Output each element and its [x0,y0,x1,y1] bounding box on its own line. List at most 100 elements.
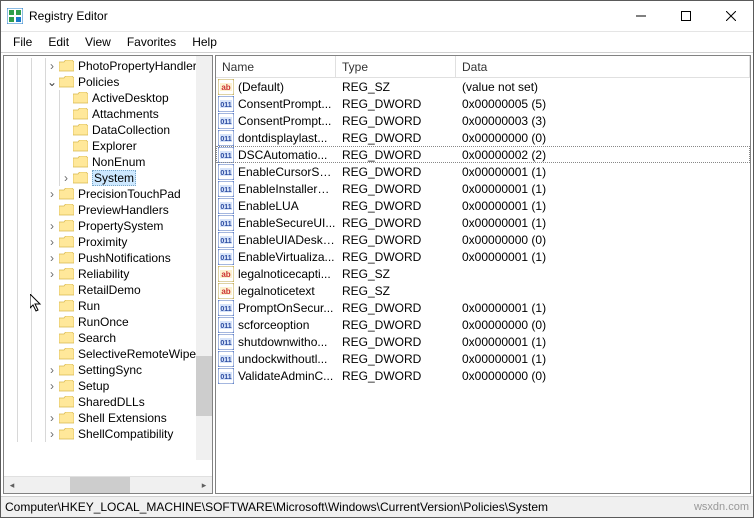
value-name: ValidateAdminC... [238,369,333,383]
tree-item-label: ShellCompatibility [78,427,173,441]
tree-item-label: DataCollection [92,123,170,137]
expand-icon[interactable]: › [46,379,58,393]
value-name: EnableInstallerD... [238,182,336,196]
value-type: REG_DWORD [336,318,456,332]
expand-icon[interactable]: › [46,267,58,281]
value-row[interactable]: shutdownwitho...REG_DWORD0x00000001 (1) [216,333,750,350]
tree-item[interactable]: ›PhotoPropertyHandler [4,58,212,74]
tree-item[interactable]: ⌄Policies [4,74,212,90]
value-row[interactable]: EnableSecureUI...REG_DWORD0x00000001 (1) [216,214,750,231]
value-type: REG_DWORD [336,216,456,230]
tree-item[interactable]: RunOnce [4,314,212,330]
tree-item-label: Run [78,299,100,313]
scrollbar-track[interactable] [20,477,196,493]
value-row[interactable]: ValidateAdminC...REG_DWORD0x00000000 (0) [216,367,750,384]
expand-icon[interactable]: › [46,235,58,249]
registry-tree[interactable]: ›PhotoPropertyHandler⌄PoliciesActiveDesk… [4,56,212,460]
value-row[interactable]: DSCAutomatio...REG_DWORD0x00000002 (2) [216,146,750,163]
tree-item[interactable]: Run [4,298,212,314]
tree-vertical-scrollbar[interactable] [196,56,212,460]
menu-favorites[interactable]: Favorites [119,33,184,51]
value-row[interactable]: EnableInstallerD...REG_DWORD0x00000001 (… [216,180,750,197]
tree-horizontal-scrollbar[interactable]: ◂ ▸ [4,476,212,493]
tree-item[interactable]: ›Setup [4,378,212,394]
folder-icon [58,59,74,73]
menu-help[interactable]: Help [184,33,225,51]
menu-edit[interactable]: Edit [40,33,77,51]
tree-item[interactable]: PreviewHandlers [4,202,212,218]
folder-icon [72,91,88,105]
tree-item[interactable]: ›PrecisionTouchPad [4,186,212,202]
dword-value-icon [218,198,234,214]
column-header-type[interactable]: Type [336,56,456,78]
tree-item[interactable]: Attachments [4,106,212,122]
minimize-button[interactable] [618,1,663,31]
scrollbar-thumb[interactable] [196,356,212,416]
string-value-icon [218,266,234,282]
tree-item[interactable]: ›Shell Extensions [4,410,212,426]
folder-icon [58,219,74,233]
tree-item[interactable]: NonEnum [4,154,212,170]
tree-pane: ›PhotoPropertyHandler⌄PoliciesActiveDesk… [3,55,213,494]
value-row[interactable]: ConsentPrompt...REG_DWORD0x00000005 (5) [216,95,750,112]
value-row[interactable]: dontdisplaylast...REG_DWORD0x00000000 (0… [216,129,750,146]
column-header-data[interactable]: Data [456,56,750,78]
value-name: EnableVirtualiza... [238,250,335,264]
tree-item-label: System [92,170,136,186]
tree-item[interactable]: › System [4,170,212,186]
tree-item[interactable]: ›Reliability [4,266,212,282]
tree-item[interactable]: RetailDemo [4,282,212,298]
menu-view[interactable]: View [77,33,119,51]
tree-item-label: PropertySystem [78,219,163,233]
expand-icon[interactable]: › [46,187,58,201]
value-type: REG_SZ [336,80,456,94]
dword-value-icon [218,300,234,316]
value-row[interactable]: EnableVirtualiza...REG_DWORD0x00000001 (… [216,248,750,265]
value-row[interactable]: legalnoticecapti...REG_SZ [216,265,750,282]
expand-icon[interactable]: › [46,363,58,377]
menu-file[interactable]: File [5,33,40,51]
values-list[interactable]: (Default)REG_SZ(value not set)ConsentPro… [216,78,750,493]
value-row[interactable]: (Default) REG_SZ(value not set) [216,78,750,95]
maximize-button[interactable] [663,1,708,31]
value-row[interactable]: EnableLUAREG_DWORD0x00000001 (1) [216,197,750,214]
folder-icon [58,203,74,217]
tree-item[interactable]: DataCollection [4,122,212,138]
expand-icon[interactable]: › [46,411,58,425]
collapse-icon[interactable]: ⌄ [46,75,58,89]
value-name: (Default) [238,80,284,94]
tree-item[interactable]: › ShellCompatibility [4,426,212,442]
tree-item[interactable]: ›PushNotifications [4,250,212,266]
value-row[interactable]: EnableCursorSu...REG_DWORD0x00000001 (1) [216,163,750,180]
tree-item[interactable]: › SettingSync [4,362,212,378]
scrollbar-thumb[interactable] [70,477,130,493]
value-row[interactable]: undockwithoutl...REG_DWORD0x00000001 (1) [216,350,750,367]
dword-value-icon [218,181,234,197]
value-row[interactable]: PromptOnSecur...REG_DWORD0x00000001 (1) [216,299,750,316]
tree-item[interactable]: ›Proximity [4,234,212,250]
expand-icon[interactable]: › [46,427,58,441]
value-row[interactable]: EnableUIADeskt...REG_DWORD0x00000000 (0) [216,231,750,248]
value-row[interactable]: scforceoptionREG_DWORD0x00000000 (0) [216,316,750,333]
scroll-right-button[interactable]: ▸ [196,477,212,493]
folder-icon [58,379,74,393]
statusbar: Computer\HKEY_LOCAL_MACHINE\SOFTWARE\Mic… [1,496,753,517]
expand-icon[interactable]: › [60,171,72,185]
column-header-name[interactable]: Name [216,56,336,78]
tree-item[interactable]: ActiveDesktop [4,90,212,106]
value-name: undockwithoutl... [238,352,327,366]
value-data: (value not set) [456,80,750,94]
expand-icon[interactable]: › [46,219,58,233]
tree-item[interactable]: SelectiveRemoteWipe [4,346,212,362]
scroll-left-button[interactable]: ◂ [4,477,20,493]
value-row[interactable]: legalnoticetextREG_SZ [216,282,750,299]
expand-icon[interactable]: › [46,251,58,265]
tree-item[interactable]: › PropertySystem [4,218,212,234]
tree-item[interactable]: Search [4,330,212,346]
tree-item[interactable]: SharedDLLs [4,394,212,410]
tree-item-label: SettingSync [78,363,142,377]
value-row[interactable]: ConsentPrompt...REG_DWORD0x00000003 (3) [216,112,750,129]
expand-icon[interactable]: › [46,59,58,73]
close-button[interactable] [708,1,753,31]
tree-item[interactable]: Explorer [4,138,212,154]
